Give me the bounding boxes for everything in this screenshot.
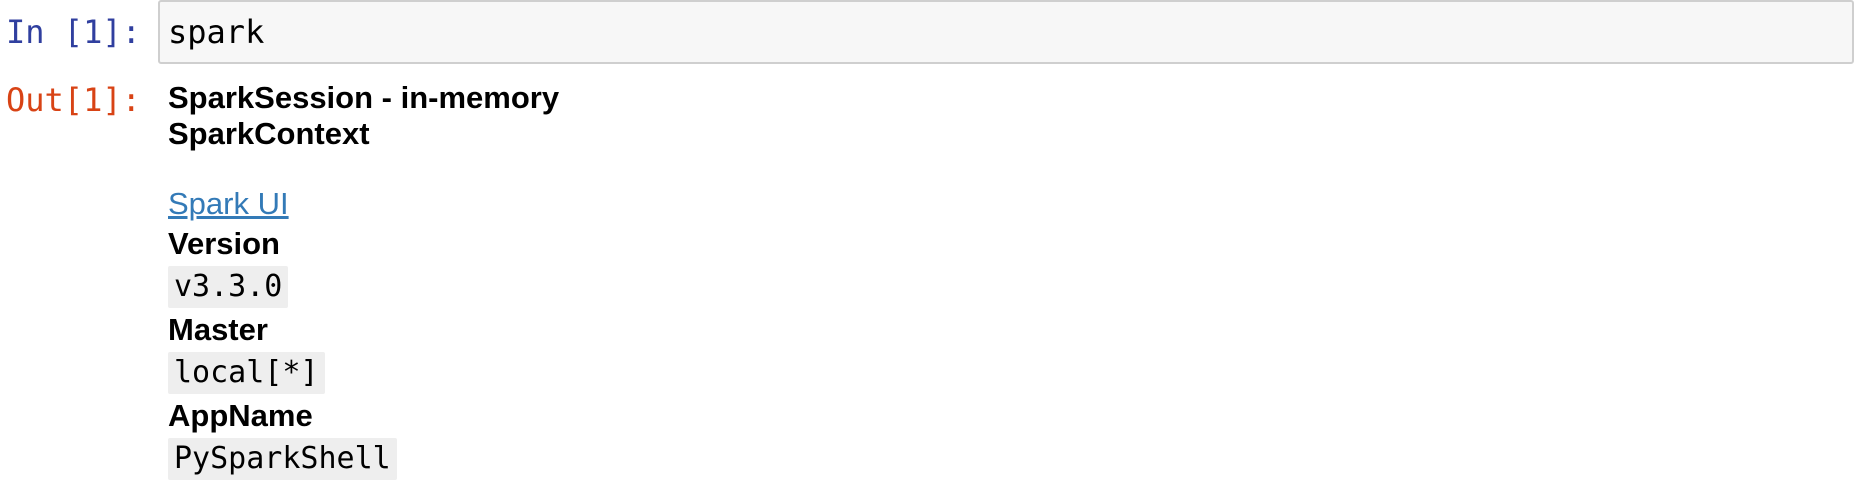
version-value-row: v3.3.0: [168, 264, 1848, 310]
out-prompt: Out[1]:: [6, 81, 141, 119]
master-value-row: local[*]: [168, 350, 1848, 396]
master-value: local[*]: [168, 352, 325, 394]
spark-info-list: Version v3.3.0 Master local[*] AppName P…: [168, 224, 1848, 482]
in-prompt: In [1]:: [6, 13, 141, 51]
master-label: Master: [168, 312, 268, 347]
appname-value-row: PySparkShell: [168, 436, 1848, 482]
code-input-text[interactable]: spark: [168, 14, 264, 50]
appname-value: PySparkShell: [168, 438, 397, 480]
spark-ui-link[interactable]: Spark UI: [168, 184, 289, 224]
cell-output: SparkSession - in-memory SparkContext Sp…: [168, 80, 1848, 482]
code-input-area[interactable]: spark: [158, 0, 1854, 64]
spark-session-title: SparkSession - in-memory: [168, 80, 560, 115]
appname-label: AppName: [168, 398, 313, 433]
version-label: Version: [168, 226, 280, 261]
spark-context-title: SparkContext: [168, 116, 370, 151]
version-value: v3.3.0: [168, 266, 289, 308]
